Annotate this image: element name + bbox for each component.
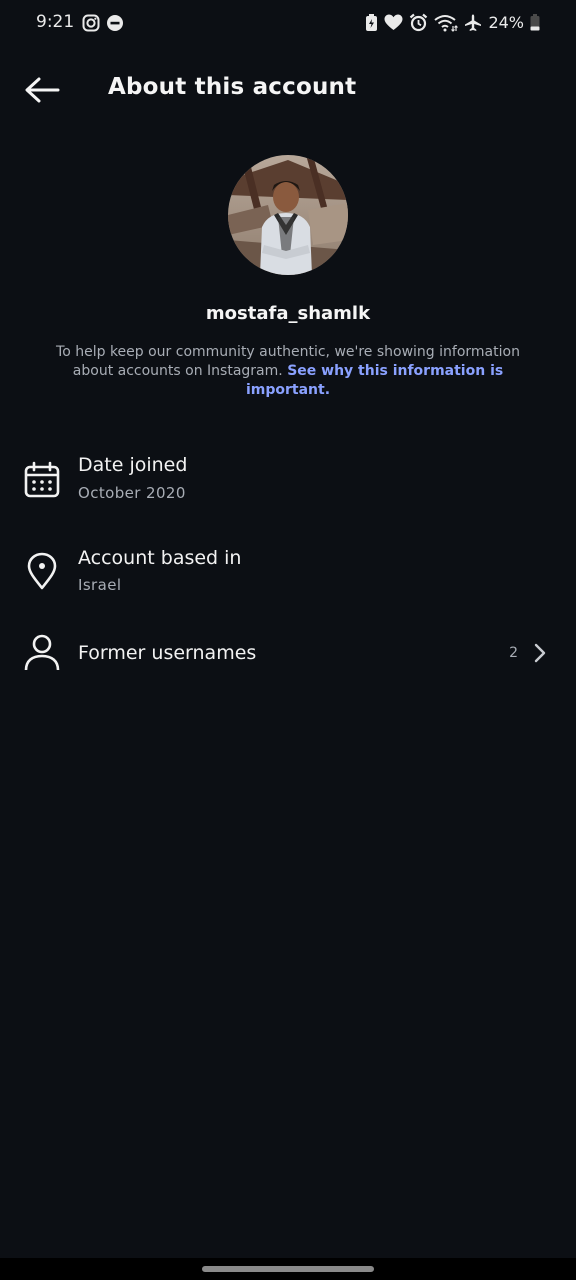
date-joined-value: October 2020 — [78, 484, 186, 502]
former-usernames-label: Former usernames — [78, 642, 257, 664]
status-time: 9:21 — [36, 12, 75, 32]
wifi-icon — [434, 14, 459, 32]
username: mostafa_shamlk — [205, 303, 371, 324]
account-based-in-row: Account based in Israel — [0, 543, 576, 613]
instagram-icon — [82, 14, 100, 32]
location-pin-icon — [22, 551, 62, 591]
date-joined-row: Date joined October 2020 — [0, 450, 576, 520]
former-usernames-row[interactable]: Former usernames 2 — [0, 620, 576, 690]
navigation-bar — [0, 1258, 576, 1280]
arrow-left-icon — [25, 77, 60, 103]
home-indicator[interactable] — [202, 1266, 374, 1272]
avatar — [228, 155, 348, 275]
account-based-in-value: Israel — [78, 576, 122, 594]
airplane-icon — [464, 14, 482, 32]
account-based-in-label: Account based in — [78, 547, 242, 569]
page-title: About this account — [108, 74, 357, 100]
battery-saver-icon — [365, 13, 378, 32]
battery-icon — [530, 14, 540, 31]
date-joined-label: Date joined — [78, 454, 188, 476]
info-link[interactable]: See why this information is important. — [246, 363, 503, 398]
calendar-icon — [22, 460, 62, 500]
chevron-right-icon — [532, 642, 548, 664]
status-right-icons: 24% — [365, 13, 540, 32]
person-icon — [22, 632, 62, 672]
heart-icon — [384, 14, 403, 31]
dnd-icon — [106, 14, 124, 32]
header: About this account — [0, 60, 576, 120]
alarm-icon — [409, 13, 428, 32]
battery-percent: 24% — [488, 13, 524, 32]
status-bar: 9:21 24% — [0, 0, 576, 50]
back-button[interactable] — [22, 74, 62, 106]
status-left-icons — [82, 14, 124, 32]
former-usernames-count: 2 — [509, 645, 518, 661]
info-text: To help keep our community authentic, we… — [50, 343, 526, 400]
